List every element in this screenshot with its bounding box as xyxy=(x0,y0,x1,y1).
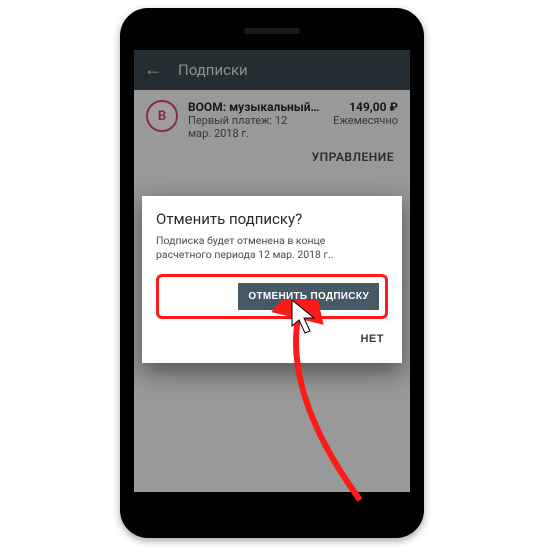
screen: ← Подписки B BOOM: музыкальный… Первый п… xyxy=(134,50,410,492)
annotation-highlight: ОТМЕНИТЬ ПОДПИСКУ xyxy=(156,274,388,319)
dialog-body-line2: расчетного периода 12 мар. 2018 г.. xyxy=(156,248,388,262)
dialog-title: Отменить подписку? xyxy=(156,210,388,228)
phone-speaker xyxy=(244,28,300,34)
dismiss-button[interactable]: НЕТ xyxy=(357,325,389,353)
cancel-dialog: Отменить подписку? Подписка будет отмене… xyxy=(142,196,402,363)
phone-frame: ← Подписки B BOOM: музыкальный… Первый п… xyxy=(120,8,424,538)
dialog-body-line1: Подписка будет отменена в конце xyxy=(156,234,388,248)
confirm-cancel-button[interactable]: ОТМЕНИТЬ ПОДПИСКУ xyxy=(238,283,379,310)
